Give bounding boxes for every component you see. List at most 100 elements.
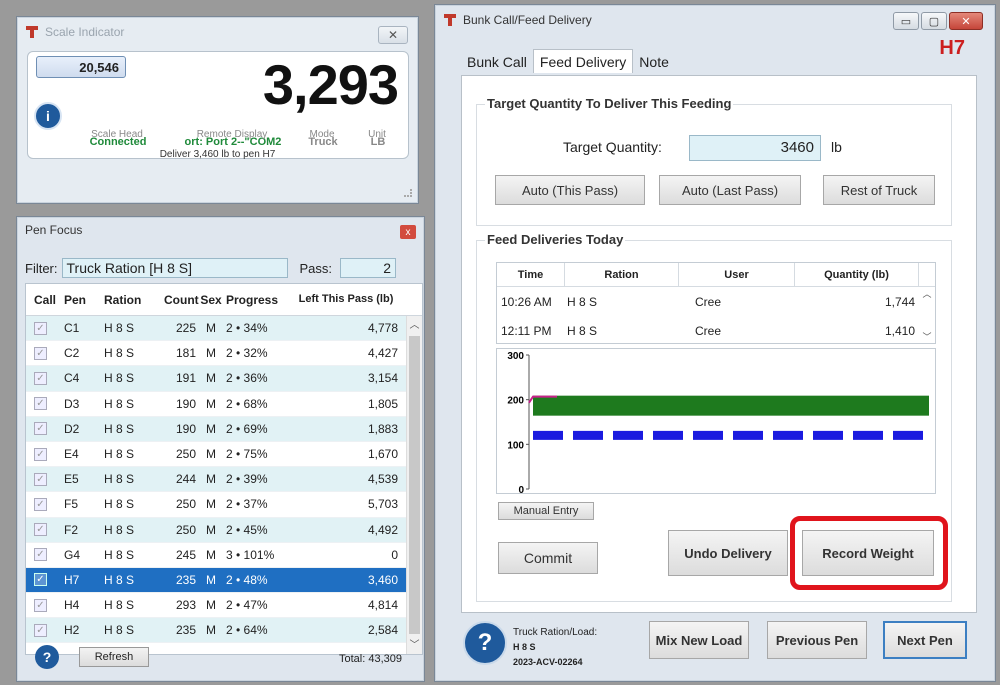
scroll-thumb[interactable] (409, 336, 420, 634)
col-left-this-pass[interactable]: Left This Pass (lb) (294, 294, 402, 305)
close-icon[interactable]: ✕ (949, 12, 983, 30)
col-user[interactable]: User (679, 263, 795, 286)
chart-y-tick-label: 200 (507, 396, 524, 407)
delivery-row[interactable]: 10:26 AM H 8 S Cree 1,744 (497, 287, 935, 316)
pen-row[interactable]: ✓ D2 H 8 S 190 M 2 • 69% 1,883 (26, 416, 422, 442)
pass-label: Pass: (299, 260, 333, 276)
count-cell: 190 (175, 396, 196, 411)
pen-row[interactable]: ✓ H4 H 8 S 293 M 2 • 47% 4,814 (26, 593, 422, 619)
pen-row[interactable]: ✓ F2 H 8 S 250 M 2 • 45% 4,492 (26, 517, 422, 543)
chart-y-tick-label: 0 (518, 485, 524, 493)
refresh-button[interactable]: Refresh (79, 647, 149, 667)
pen-row[interactable]: ✓ C2 H 8 S 181 M 2 • 32% 4,427 (26, 341, 422, 367)
delivery-time: 10:26 AM (501, 294, 552, 309)
pen-row[interactable]: ✓ E4 H 8 S 250 M 2 • 75% 1,670 (26, 441, 422, 468)
chart-y-tick-label: 100 (507, 440, 524, 451)
pen-row[interactable]: ✓ C1 H 8 S 225 M 2 • 34% 4,778 (26, 316, 422, 342)
close-icon[interactable]: ✕ (378, 26, 408, 44)
pen-row[interactable]: ✓ D3 H 8 S 190 M 2 • 68% 1,805 (26, 391, 422, 417)
checkbox-icon[interactable]: ✓ (34, 447, 47, 461)
progress-cell: 2 • 64% (226, 623, 268, 638)
scroll-down-icon[interactable]: ﹀ (407, 636, 422, 654)
deliveries-scrollbar[interactable]: ︿ ﹀ (919, 287, 935, 343)
scale-titlebar: Scale Indicator (17, 17, 418, 47)
scale-title: Scale Indicator (45, 25, 125, 39)
call-checkbox: ✓ (26, 523, 64, 537)
checkbox-icon[interactable]: ✓ (34, 598, 47, 612)
checkbox-icon[interactable]: ✓ (34, 472, 47, 486)
filter-field[interactable]: Truck Ration [H 8 S] (61, 258, 288, 278)
progress-cell: 2 • 45% (226, 522, 268, 537)
pen-row[interactable]: ✓ H2 H 8 S 235 M 2 • 64% 2,584 (26, 618, 422, 644)
checkbox-icon[interactable]: ✓ (34, 346, 47, 360)
pen-row[interactable]: ✓ G4 H 8 S 245 M 3 • 101% 0 (26, 542, 422, 568)
checkbox-icon[interactable]: ✓ (34, 548, 47, 562)
deliveries-grid: Time Ration User Quantity (lb) 10:26 AM … (496, 262, 936, 344)
weight-chart: 300 200 100 0 (496, 348, 936, 496)
mix-new-load-button[interactable]: Mix New Load (649, 621, 749, 659)
sex-cell: M (206, 623, 216, 638)
tare-weight[interactable]: 20,546 (36, 56, 126, 78)
sex-cell: M (206, 522, 216, 537)
checkbox-icon[interactable]: ✓ (34, 573, 47, 587)
checkbox-icon[interactable]: ✓ (34, 623, 47, 637)
maximize-icon[interactable]: ▢ (921, 12, 947, 30)
pen-row[interactable]: ✓ C4 H 8 S 191 M 2 • 36% 3,154 (26, 366, 422, 392)
tab-bunk-call[interactable]: Bunk Call (461, 51, 533, 73)
checkbox-icon[interactable]: ✓ (34, 397, 47, 411)
count-cell: 181 (175, 346, 196, 361)
checkbox-icon[interactable]: ✓ (34, 497, 47, 511)
next-pen-button[interactable]: Next Pen (883, 621, 967, 659)
checkbox-icon[interactable]: ✓ (34, 523, 47, 537)
ration-cell: H 8 S (104, 371, 135, 386)
delivery-quantity: 1,410 (884, 323, 915, 338)
close-icon[interactable]: x (400, 225, 416, 239)
checkbox-icon[interactable]: ✓ (34, 321, 47, 335)
undo-delivery-button[interactable]: Undo Delivery (668, 530, 788, 576)
checkbox-icon[interactable]: ✓ (34, 422, 47, 436)
col-ration[interactable]: Ration (565, 263, 679, 286)
count-cell: 250 (175, 447, 196, 462)
scroll-up-icon[interactable]: ︿ (922, 287, 931, 300)
call-checkbox: ✓ (26, 371, 64, 385)
pen-row[interactable]: ✓ F5 H 8 S 250 M 2 • 37% 5,703 (26, 492, 422, 518)
auto-this-pass-button[interactable]: Auto (This Pass) (495, 175, 645, 205)
help-icon[interactable]: ? (463, 621, 507, 665)
rest-of-truck-button[interactable]: Rest of Truck (823, 175, 935, 205)
pass-field[interactable]: 2 (340, 258, 397, 278)
resize-grip-icon[interactable] (404, 189, 412, 197)
commit-button[interactable]: Commit (498, 542, 598, 574)
col-call[interactable]: Call (26, 293, 64, 307)
pen-row[interactable]: ✓ E5 H 8 S 244 M 2 • 39% 4,539 (26, 467, 422, 493)
sex-cell: M (206, 472, 216, 487)
left-this-pass-cell: 4,539 (367, 472, 398, 487)
checkbox-icon[interactable]: ✓ (34, 371, 47, 385)
col-count[interactable]: Count (164, 293, 200, 307)
delivery-row[interactable]: 12:11 PM H 8 S Cree 1,410 (497, 316, 935, 345)
info-icon[interactable]: i (34, 102, 62, 130)
auto-last-pass-button[interactable]: Auto (Last Pass) (659, 175, 801, 205)
ration-cell: H 8 S (104, 472, 135, 487)
col-time[interactable]: Time (497, 263, 565, 286)
col-sex[interactable]: Sex (200, 293, 222, 307)
target-quantity-group: Target Quantity To Deliver This Feeding … (476, 96, 952, 226)
call-checkbox: ✓ (26, 472, 64, 486)
target-quantity-input[interactable]: 3460 (689, 135, 821, 161)
scale-panel: 20,546 3,293 i Connected ort: Port 2--"C… (27, 51, 409, 159)
col-progress[interactable]: Progress (222, 293, 294, 307)
pen-row[interactable]: ✓ H7 H 8 S 235 M 2 • 48% 3,460 (26, 567, 422, 594)
col-pen[interactable]: Pen (64, 293, 104, 307)
help-icon[interactable]: ? (35, 645, 59, 669)
pen-cell: H2 (64, 623, 80, 638)
chart-target-bar (533, 395, 929, 416)
col-quantity[interactable]: Quantity (lb) (795, 263, 919, 286)
scroll-up-icon[interactable]: ︿ (407, 316, 422, 334)
pen-grid-scrollbar[interactable]: ︿ ﹀ (406, 316, 422, 654)
tab-feed-delivery[interactable]: Feed Delivery (532, 49, 634, 73)
minimize-icon[interactable]: ▭ (893, 12, 919, 30)
manual-entry-button[interactable]: Manual Entry (498, 502, 594, 520)
scroll-down-icon[interactable]: ﹀ (922, 330, 931, 343)
tab-note[interactable]: Note (633, 51, 675, 73)
col-ration[interactable]: Ration (104, 293, 164, 307)
previous-pen-button[interactable]: Previous Pen (767, 621, 867, 659)
